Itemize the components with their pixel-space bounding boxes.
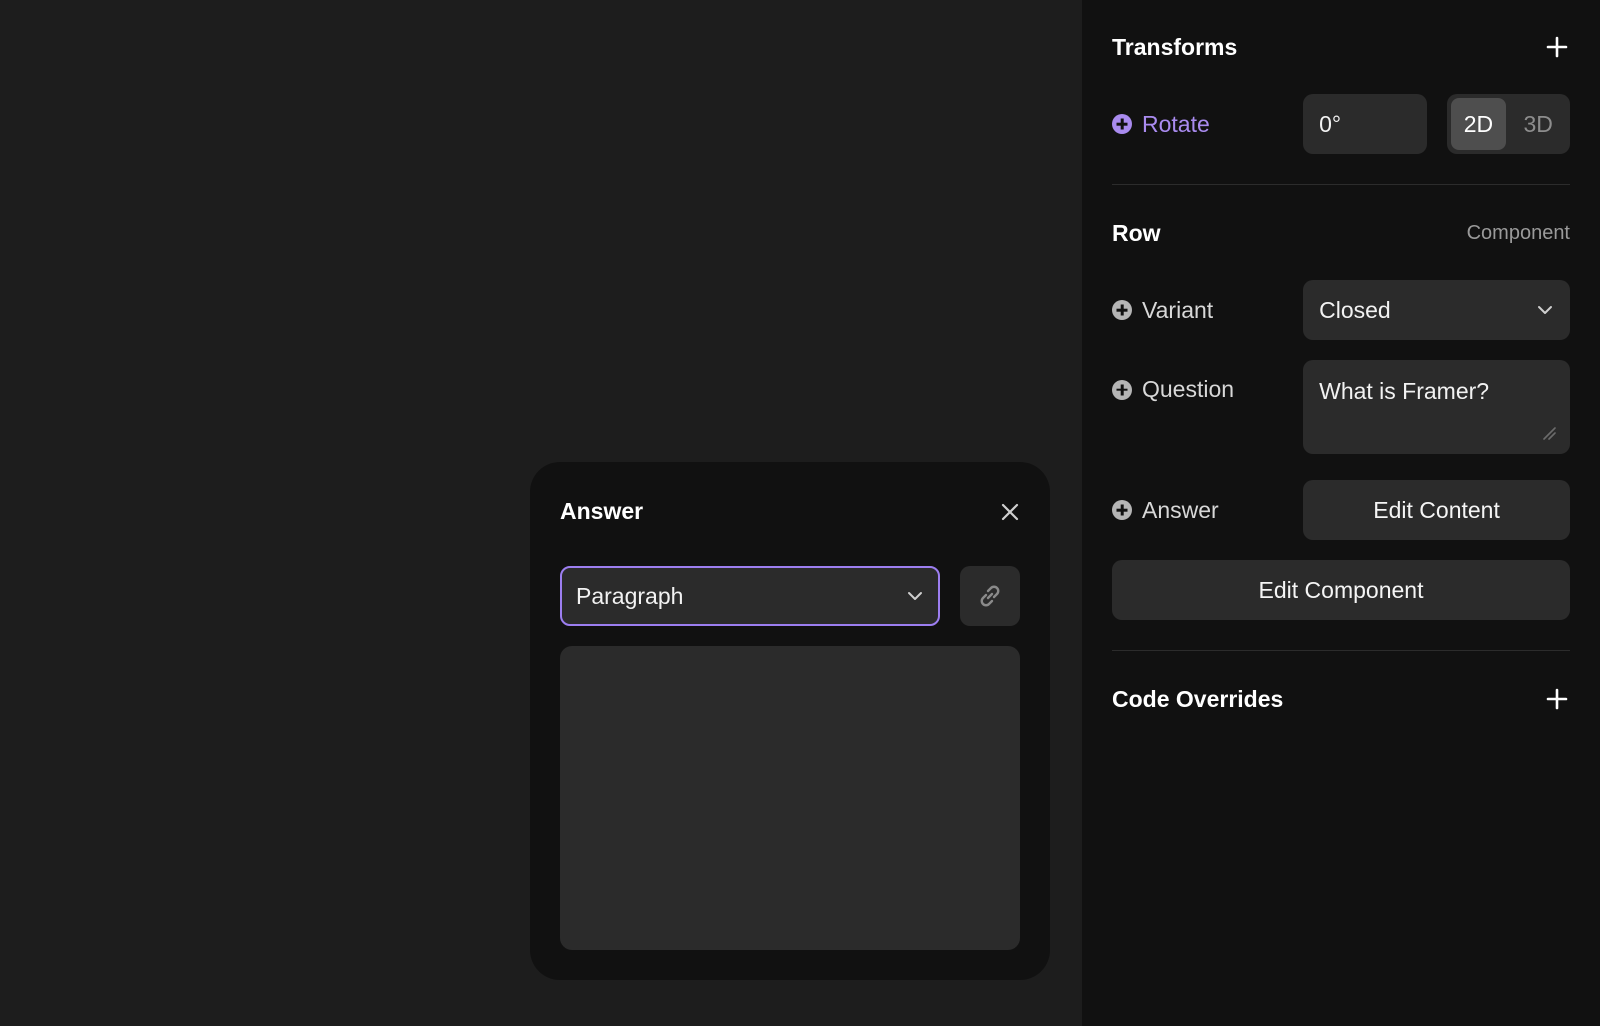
properties-panel: Transforms Rotate 0° 2D 3D Row Component…	[1082, 0, 1600, 1026]
chevron-down-icon	[1538, 306, 1552, 314]
edit-component-row: Edit Component	[1112, 560, 1570, 620]
question-row: Question What is Framer?	[1112, 360, 1570, 454]
rotate-input[interactable]: 0°	[1303, 94, 1427, 154]
variant-label[interactable]: Variant	[1112, 297, 1303, 324]
divider	[1112, 650, 1570, 651]
question-value: What is Framer?	[1319, 378, 1490, 404]
resize-handle-icon[interactable]	[1542, 426, 1556, 440]
row-header: Row Component	[1112, 218, 1570, 248]
circle-plus-icon	[1112, 500, 1132, 520]
question-label[interactable]: Question	[1112, 376, 1303, 403]
circle-plus-icon	[1112, 300, 1132, 320]
circle-plus-icon	[1112, 379, 1132, 400]
popover-title: Answer	[560, 498, 644, 524]
mode-3d-option[interactable]: 3D	[1510, 98, 1566, 150]
question-textarea[interactable]: What is Framer?	[1303, 360, 1570, 454]
variant-value: Closed	[1319, 296, 1391, 323]
code-overrides-header: Code Overrides	[1112, 684, 1570, 714]
answer-popover: Answer Paragraph	[530, 462, 1050, 980]
row-title: Row	[1112, 219, 1161, 246]
rotate-label[interactable]: Rotate	[1112, 111, 1303, 138]
question-label-text: Question	[1142, 376, 1235, 402]
circle-plus-icon	[1112, 114, 1132, 134]
add-override-plus-icon[interactable]	[1544, 686, 1570, 712]
link-icon	[980, 585, 1000, 607]
edit-component-button[interactable]: Edit Component	[1112, 560, 1570, 620]
add-transform-plus-icon[interactable]	[1544, 34, 1570, 60]
answer-row: Answer Edit Content	[1112, 480, 1570, 540]
component-kind-label: Component	[1466, 221, 1570, 244]
link-button[interactable]	[960, 566, 1020, 626]
rotate-label-text: Rotate	[1142, 110, 1210, 137]
text-style-select[interactable]: Paragraph	[560, 566, 940, 626]
answer-content-editor[interactable]	[560, 646, 1020, 950]
dimension-toggle: 2D 3D	[1446, 94, 1570, 154]
edit-content-button[interactable]: Edit Content	[1303, 480, 1570, 540]
code-overrides-title: Code Overrides	[1112, 685, 1284, 712]
answer-label[interactable]: Answer	[1112, 497, 1303, 524]
text-style-value: Paragraph	[576, 582, 684, 609]
mode-2d-option[interactable]: 2D	[1450, 98, 1507, 150]
variant-label-text: Variant	[1142, 296, 1214, 323]
close-icon[interactable]	[1000, 502, 1020, 522]
transforms-title: Transforms	[1112, 33, 1238, 60]
chevron-down-icon	[908, 592, 922, 600]
transforms-header: Transforms	[1112, 32, 1570, 62]
answer-label-text: Answer	[1142, 496, 1219, 523]
rotate-row: Rotate 0° 2D 3D	[1112, 94, 1570, 154]
divider	[1112, 184, 1570, 185]
variant-select[interactable]: Closed	[1303, 280, 1570, 340]
variant-row: Variant Closed	[1112, 280, 1570, 340]
